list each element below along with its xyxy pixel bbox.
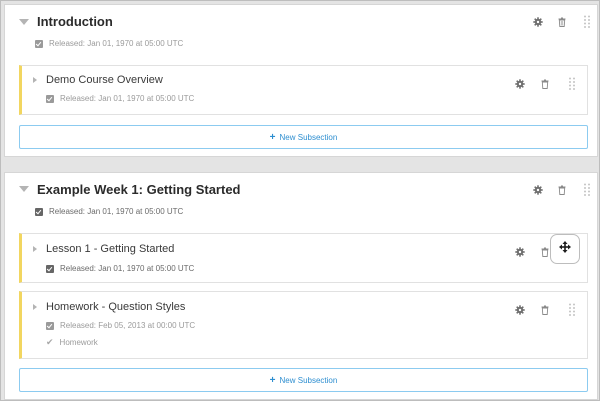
caret-right-icon[interactable]: [33, 77, 37, 83]
subsection-title[interactable]: Homework - Question Styles: [46, 301, 185, 313]
plus-icon: +: [269, 374, 276, 386]
subsection-title[interactable]: Lesson 1 - Getting Started: [46, 243, 174, 255]
gear-icon[interactable]: [515, 79, 525, 89]
trash-icon[interactable]: [540, 247, 550, 257]
drag-handle-icon[interactable]: [568, 77, 578, 91]
trash-icon[interactable]: [557, 185, 567, 195]
gear-icon[interactable]: [533, 17, 543, 27]
grading-type: ✔ Homework: [46, 337, 98, 347]
trash-icon[interactable]: [557, 17, 567, 27]
gear-icon[interactable]: [515, 247, 525, 257]
subsection-demo-course-overview: Demo Course Overview Released: Jan 01, 1…: [19, 65, 588, 115]
caret-right-icon[interactable]: [33, 304, 37, 310]
section-status: Released: Jan 01, 1970 at 05:00 UTC: [35, 207, 183, 216]
section-example-week-1: Example Week 1: Getting Started Released…: [4, 172, 598, 400]
new-subsection-button[interactable]: + New Subsection: [19, 125, 588, 149]
subsection-homework-question-styles: Homework - Question Styles Released: Feb…: [19, 291, 588, 359]
subsection-lesson-1: Lesson 1 - Getting Started Released: Jan…: [19, 233, 588, 283]
section-status: Released: Jan 01, 1970 at 05:00 UTC: [35, 39, 183, 48]
subsection-status: Released: Jan 01, 1970 at 05:00 UTC: [46, 264, 194, 273]
subsection-status: Released: Jan 01, 1970 at 05:00 UTC: [46, 94, 194, 103]
gear-icon[interactable]: [515, 305, 525, 315]
drag-handle-icon[interactable]: [568, 303, 578, 317]
subsection-title[interactable]: Demo Course Overview: [46, 74, 163, 86]
checkbox-icon: [35, 39, 43, 48]
caret-down-icon[interactable]: [19, 19, 29, 25]
section-title[interactable]: Introduction: [37, 14, 113, 29]
gear-icon[interactable]: [533, 185, 543, 195]
checkmark-icon: ✔: [46, 337, 54, 347]
move-handle-button[interactable]: [550, 234, 580, 264]
checkbox-icon: [35, 207, 43, 216]
drag-handle-icon[interactable]: [583, 15, 593, 29]
checkbox-icon: [46, 321, 54, 330]
course-outline: Introduction Released: Jan 01, 1970 at 0…: [0, 0, 600, 401]
trash-icon[interactable]: [540, 305, 550, 315]
plus-icon: +: [269, 131, 276, 143]
drag-handle-icon[interactable]: [583, 183, 593, 197]
caret-right-icon[interactable]: [33, 246, 37, 252]
subsection-status: Released: Feb 05, 2013 at 00:00 UTC: [46, 321, 195, 330]
checkbox-icon: [46, 264, 54, 273]
move-arrows-icon: [559, 240, 571, 258]
new-subsection-button[interactable]: + New Subsection: [19, 368, 588, 392]
section-introduction: Introduction Released: Jan 01, 1970 at 0…: [4, 4, 598, 157]
checkbox-icon: [46, 94, 54, 103]
trash-icon[interactable]: [540, 79, 550, 89]
section-title[interactable]: Example Week 1: Getting Started: [37, 182, 241, 197]
caret-down-icon[interactable]: [19, 186, 29, 192]
